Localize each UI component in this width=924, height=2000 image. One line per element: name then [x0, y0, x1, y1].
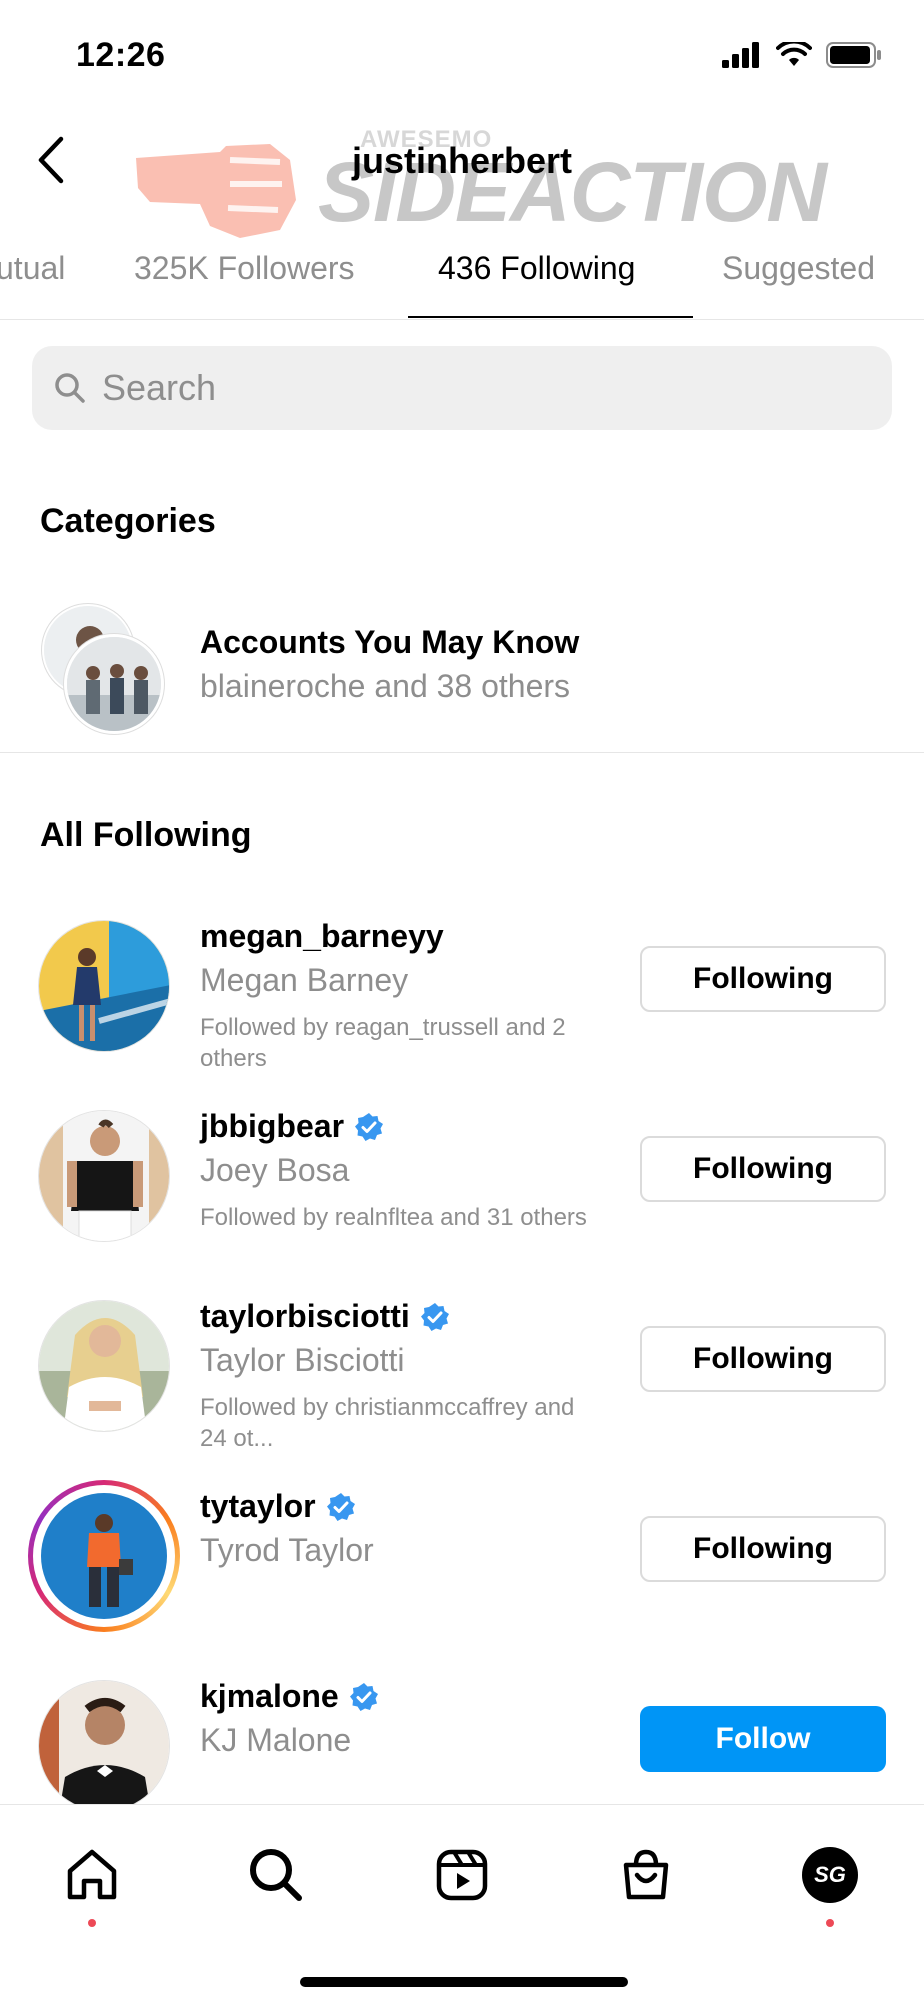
reels-icon — [436, 1849, 488, 1901]
full-name: Tyrod Taylor — [200, 1532, 374, 1568]
verified-badge-icon — [420, 1302, 449, 1331]
nav-reels[interactable] — [422, 1835, 502, 1915]
username-text[interactable]: taylorbisciotti — [200, 1298, 410, 1335]
username-text[interactable]: jbbigbear — [200, 1108, 344, 1145]
nav-shop[interactable] — [606, 1835, 686, 1915]
nav-search[interactable] — [236, 1835, 316, 1915]
avatar — [64, 634, 164, 734]
following-button[interactable]: Following — [640, 946, 886, 1012]
status-time: 12:26 — [76, 36, 166, 74]
list-item[interactable]: megan_barneyy Megan Barney Followed by r… — [0, 912, 924, 1092]
verified-badge-icon — [349, 1682, 378, 1711]
row-handle[interactable]: kjmalone — [200, 1678, 379, 1715]
avatar[interactable] — [38, 1300, 170, 1432]
shop-icon — [623, 1849, 669, 1900]
followed-by-text: Followed by realnfltea and 31 others — [200, 1204, 587, 1231]
full-name: Megan Barney — [200, 962, 409, 998]
tab-bar: utual 325K Followers 436 Following Sugge… — [0, 238, 924, 320]
category-accounts-you-may-know[interactable]: Accounts You May Know blaineroche and 38… — [0, 598, 924, 748]
following-button[interactable]: Following — [640, 1326, 886, 1392]
battery-icon — [826, 42, 881, 68]
status-icons — [722, 42, 882, 68]
tab-suggested[interactable]: Suggested — [722, 250, 875, 287]
row-handle[interactable]: jbbigbear — [200, 1108, 384, 1145]
verified-badge-icon — [355, 1112, 384, 1141]
section-divider — [0, 752, 924, 753]
row-handle[interactable]: megan_barneyy — [200, 918, 444, 955]
full-name: Joey Bosa — [200, 1152, 350, 1188]
status-bar: 12:26 — [0, 0, 924, 110]
list-item[interactable]: taylorbisciotti Taylor Bisciotti Followe… — [0, 1292, 924, 1472]
avatar[interactable] — [38, 920, 170, 1052]
category-avatar-stack — [40, 604, 170, 734]
avatar[interactable] — [38, 1680, 170, 1812]
nav-profile[interactable]: SG — [790, 1835, 870, 1927]
username-text[interactable]: tytaylor — [200, 1488, 316, 1525]
row-handle[interactable]: tytaylor — [200, 1488, 356, 1525]
home-icon — [67, 1849, 117, 1900]
list-item[interactable]: jbbigbear Joey Bosa Followed by realnflt… — [0, 1102, 924, 1282]
full-name: Taylor Bisciotti — [200, 1342, 405, 1378]
all-following-heading: All Following — [40, 816, 252, 854]
category-title: Accounts You May Know — [200, 624, 580, 660]
avatar[interactable] — [38, 1110, 170, 1242]
category-subtitle: blaineroche and 38 others — [200, 668, 571, 704]
search-icon — [250, 1849, 302, 1901]
home-indicator[interactable] — [300, 1977, 628, 1987]
verified-badge-icon — [326, 1492, 355, 1521]
bottom-nav: SG — [0, 1804, 924, 2000]
profile-avatar: SG — [802, 1847, 858, 1903]
tab-following[interactable]: 436 Following — [438, 250, 635, 287]
username-text[interactable]: kjmalone — [200, 1678, 339, 1715]
list-item[interactable]: tytaylor Tyrod Taylor Following — [0, 1480, 924, 1662]
tab-followers[interactable]: 325K Followers — [134, 250, 355, 287]
tab-mutual[interactable]: utual — [0, 250, 65, 287]
wifi-icon — [776, 42, 812, 66]
notification-dot — [826, 1919, 834, 1927]
follow-button[interactable]: Follow — [640, 1706, 886, 1772]
full-name: KJ Malone — [200, 1722, 352, 1758]
username-text[interactable]: megan_barneyy — [200, 918, 444, 955]
header: AWESEMO SIDEACTION justinherbert — [0, 110, 924, 239]
nav-home[interactable] — [52, 1835, 132, 1927]
search-bar[interactable] — [32, 346, 892, 430]
notification-dot — [88, 1919, 96, 1927]
following-button[interactable]: Following — [640, 1516, 886, 1582]
followed-by-text: Followed by reagan_trussell and 2 others — [200, 1014, 566, 1072]
active-tab-indicator — [408, 316, 693, 318]
following-button[interactable]: Following — [640, 1136, 886, 1202]
cellular-signal-icon — [722, 42, 759, 68]
search-icon — [55, 373, 85, 403]
profile-username: justinherbert — [351, 140, 573, 181]
search-input[interactable] — [102, 367, 862, 409]
followed-by-text: Followed by christianmccaffrey and 24 ot… — [200, 1394, 575, 1452]
row-handle[interactable]: taylorbisciotti — [200, 1298, 450, 1335]
categories-heading: Categories — [40, 502, 216, 540]
avatar[interactable] — [41, 1493, 167, 1619]
